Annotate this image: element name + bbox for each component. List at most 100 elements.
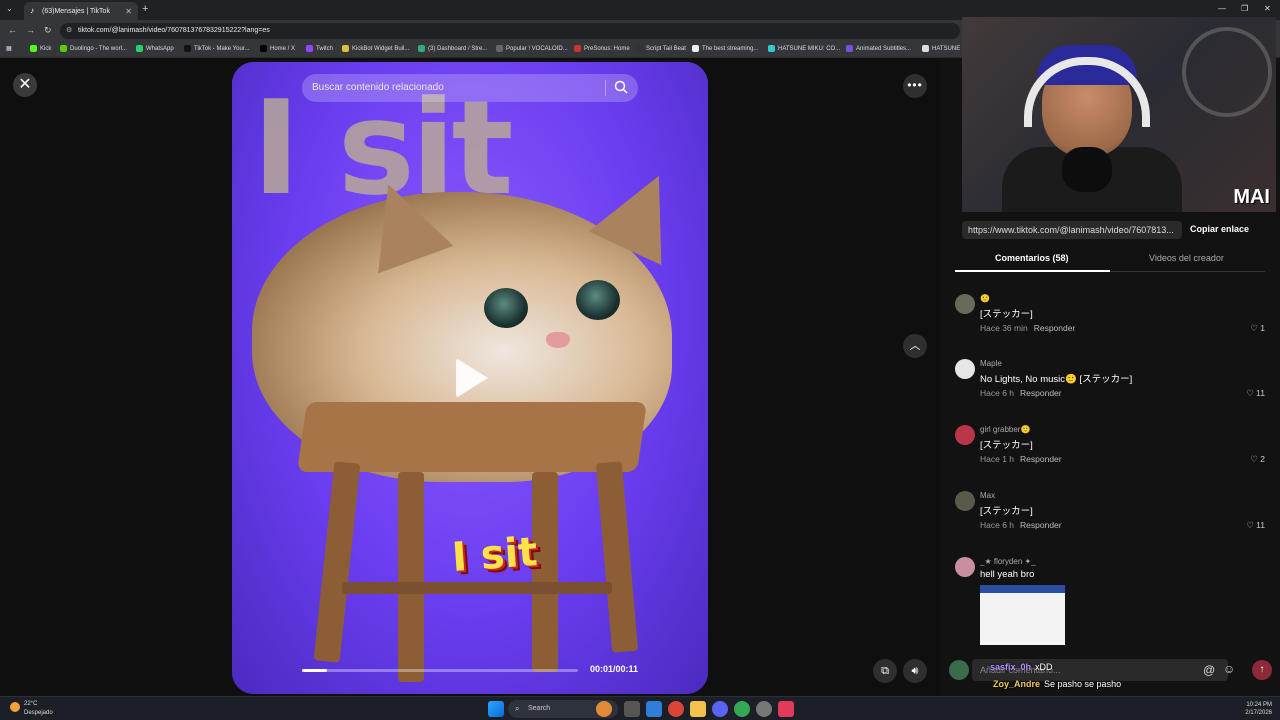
avatar[interactable] [955,425,975,445]
cat-left-eye [484,288,528,328]
music-app-icon[interactable] [778,701,794,717]
video-player[interactable]: I sit I sit Buscar contenido relacionado… [232,62,708,694]
copy-link-button[interactable]: Copiar enlace [1190,224,1249,234]
system-clock[interactable]: 10:24 PM 2/17/2026 [1232,701,1272,717]
comment-user[interactable]: Max [980,491,995,500]
bookmark-item[interactable]: The best streaming... [692,45,758,52]
clock-date: 2/17/2026 [1245,710,1272,716]
send-comment-button[interactable]: ↑ [1252,660,1272,680]
comment-user[interactable]: _★ floryden ✦_ [980,557,1036,566]
avatar[interactable] [955,294,975,314]
bookmark-item[interactable]: Home / X [260,45,295,52]
reply-button[interactable]: Responder [1020,388,1062,398]
streamer-webcam-overlay: MAI [962,17,1276,212]
tab-list-chevron-icon[interactable]: ⌄ [6,4,13,13]
bookmark-item[interactable]: (3) Dashboard / Stre... [418,45,487,52]
maximize-icon[interactable]: ❐ [1241,4,1248,13]
chrome-active-icon[interactable] [734,701,750,717]
weather-sun-icon [10,702,20,712]
bookmark-item[interactable]: TikTok - Make Your... [184,45,249,52]
chat-text: Se pasho se pasho [1044,679,1122,689]
webcam-logo: MAI [1233,186,1270,208]
stool-rung [342,582,612,594]
avatar[interactable] [955,557,975,577]
bookmark-item[interactable]: WhatsApp [136,45,174,52]
video-time: 00:01/00:11 [590,664,639,674]
video-progress-bar[interactable] [302,669,578,672]
discord-icon[interactable] [712,701,728,717]
floating-player-icon[interactable]: ⧉ [873,659,897,683]
comment-item: Max [ステッカー] Hace 6 h Responder ♡ 11 [955,491,1265,531]
start-windows-icon[interactable] [488,701,504,717]
close-video-button[interactable]: ✕ [13,73,37,97]
cat-nose [546,332,570,348]
back-arrow-icon[interactable]: ← [8,25,17,35]
comment-user[interactable]: girl grabber🙂 [980,425,1030,434]
bookmark-item[interactable]: Script Tail Beat [636,45,686,52]
browser-tab[interactable]: ♪ (63)Mensajes | TikTok ✕ [24,2,138,20]
more-options-icon[interactable]: ••• [903,74,927,98]
like-button[interactable]: ♡ 11 [1246,520,1265,531]
chat-user: sasfix_0h [990,662,1032,672]
tab-comments[interactable]: Comentarios (58) [995,253,1069,263]
chat-text: xDD [1035,662,1053,672]
tab-creator-videos[interactable]: Videos del creador [1149,253,1224,263]
bookmark-item[interactable]: KickBot Widget Buil... [342,45,409,52]
url-input[interactable]: ⚙ tiktok.com/@lanimash/video/76078137678… [60,23,960,39]
widget-icon[interactable] [596,701,612,717]
comment-attached-image[interactable] [980,585,1065,645]
clock-time: 10:24 PM [1246,702,1272,708]
bookmark-item[interactable]: Duolingo - The worl... [60,45,127,52]
task-view-icon[interactable] [624,701,640,717]
bookmark-item[interactable]: Animated Subtitles... [846,45,911,52]
comment-user[interactable]: 🙂 [980,294,990,303]
bookmark-item[interactable]: PreSonus: Home [574,45,630,52]
emoji-icon[interactable]: ☺ [1223,662,1235,676]
active-tab-underline [955,270,1110,272]
avatar[interactable] [955,491,975,511]
url-text: tiktok.com/@lanimash/video/7607813767832… [78,27,270,34]
play-icon[interactable] [456,358,488,398]
weather-widget[interactable]: 22°C Despejado [10,700,53,718]
minimize-icon[interactable]: — [1218,4,1226,13]
comment-text: hell yeah bro [980,569,1035,580]
like-button[interactable]: ♡ 2 [1250,454,1265,465]
new-tab-plus-icon[interactable]: + [142,3,148,15]
webcam-microphone [1062,147,1112,192]
apps-grid-icon[interactable]: ▦ [6,45,12,52]
reply-button[interactable]: Responder [1034,323,1076,333]
bookmark-item[interactable]: Twitch [306,45,333,52]
volume-icon[interactable]: 🔊︎ [903,659,927,683]
bookmark-item[interactable]: HATSUNE I [922,45,964,52]
reply-button[interactable]: Responder [1020,520,1062,530]
forward-arrow-icon[interactable]: → [26,25,35,35]
stool-leg [398,472,424,682]
chrome-icon[interactable] [668,701,684,717]
site-info-icon[interactable]: ⚙ [66,23,72,39]
related-search-bar[interactable]: Buscar contenido relacionado [302,74,638,102]
like-button[interactable]: ♡ 1 [1250,323,1265,334]
bookmark-item[interactable]: HATSUNE MIKU: CO... [768,45,840,52]
file-explorer-icon[interactable] [690,701,706,717]
mention-at-icon[interactable]: @ [1203,663,1215,677]
chat-user: Zoy_Andre [993,679,1041,689]
edge-icon[interactable] [646,701,662,717]
app-icon[interactable] [756,701,772,717]
comment-text: [ステッカー] [980,506,1033,517]
bookmark-item[interactable]: Kick [30,45,51,52]
previous-video-chevron-up-icon[interactable]: ︿ [903,334,927,358]
close-tab-icon[interactable]: ✕ [125,7,132,16]
like-button[interactable]: ♡ 11 [1246,388,1265,399]
search-icon[interactable] [614,80,628,94]
cat-right-eye [576,280,620,320]
avatar[interactable] [955,359,975,379]
reply-button[interactable]: Responder [1020,454,1062,464]
reload-icon[interactable]: ↻ [44,25,52,36]
bookmark-item[interactable]: Popular ! VOCALOID... [496,45,568,52]
video-caption: I sit [450,529,539,581]
close-window-icon[interactable]: ✕ [1264,4,1271,13]
webcam-drum-background [1182,27,1272,117]
share-url-field[interactable]: https://www.tiktok.com/@lanimash/video/7… [962,221,1182,239]
comment-user[interactable]: Maple [980,359,1002,368]
comment-meta: Hace 1 h Responder [980,454,1062,464]
